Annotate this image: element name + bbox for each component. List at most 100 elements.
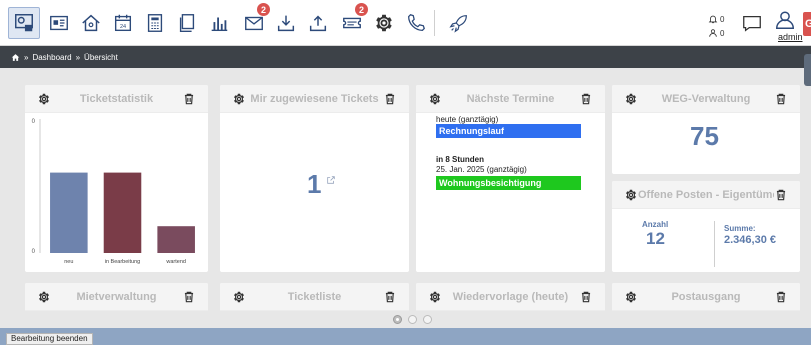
chart-bar-neu[interactable] (50, 172, 88, 253)
widget-ticketstatistik: Ticketstatistik 0 0 neu in Bearbeitung warte… (25, 85, 208, 272)
pager-dot-3[interactable] (423, 315, 432, 324)
calculator-icon (147, 14, 163, 32)
notification-count-bottom: 0 (720, 28, 725, 38)
mail-button[interactable]: 2 (240, 3, 270, 37)
chart-bar-in-bearbeitung[interactable] (103, 172, 142, 253)
widget-mietverwaltung: Mietverwaltung (25, 283, 208, 311)
contacts-button[interactable] (45, 9, 73, 37)
download-icon (277, 15, 295, 32)
phone-button[interactable] (402, 9, 430, 37)
user-button[interactable] (771, 6, 799, 34)
pager-dot-2[interactable] (408, 315, 417, 324)
widget-header: Offene Posten - Eigentümer (612, 181, 800, 209)
widget-header: Ticketstatistik (25, 85, 208, 113)
widget-header: Postausgang (612, 283, 800, 311)
end-edit-button[interactable]: Bearbeitung beenden (6, 333, 93, 345)
weg-count[interactable]: 75 (690, 121, 719, 152)
gear-icon[interactable] (428, 92, 442, 106)
widget-naechste-termine: Nächste Termine heute (ganztägig) Rechnu… (416, 85, 605, 272)
gear-icon[interactable] (37, 290, 51, 304)
notification-counter-bottom[interactable]: 0 (708, 28, 724, 38)
widget-title: WEG-Verwaltung (661, 92, 751, 105)
trash-icon[interactable] (774, 290, 788, 304)
bottom-bar: Bearbeitung beenden (0, 328, 811, 345)
gear-icon[interactable] (624, 290, 638, 304)
trash-icon[interactable] (383, 290, 397, 304)
logout-tab[interactable]: G (803, 12, 811, 36)
widget-title: Offene Posten - Eigentümer (638, 188, 774, 201)
calculator-button[interactable] (141, 9, 169, 37)
widget-header: Wiedervorlage (heute) (416, 283, 605, 311)
chart-bar-wartend[interactable] (157, 226, 195, 253)
widget-title: Wiedervorlage (heute) (452, 290, 569, 303)
gear-icon[interactable] (37, 92, 51, 106)
calendar-button[interactable]: 24 (109, 9, 137, 37)
widget-header: Nächste Termine (416, 85, 605, 113)
username-link[interactable]: admin (778, 32, 803, 42)
chat-button[interactable] (738, 9, 766, 37)
documents-button[interactable] (173, 9, 201, 37)
external-link-icon[interactable] (326, 175, 336, 185)
chart-category-label: in Bearbeitung (105, 259, 140, 265)
calendar-icon: 24 (114, 14, 132, 32)
tickets-button[interactable]: 2 (338, 3, 368, 37)
breadcrumb: » Dashboard » Übersicht (0, 46, 811, 68)
settings-button[interactable] (370, 9, 398, 37)
ticket-bar-chart: 0 0 neu in Bearbeitung wartend (32, 119, 195, 265)
trash-icon[interactable] (383, 92, 397, 106)
widget-header: WEG-Verwaltung (612, 85, 800, 113)
chart-category-label: wartend (165, 259, 186, 265)
appointment-time: 25. Jan. 2025 (ganztägig) (436, 165, 527, 174)
side-panel-handle[interactable] (804, 54, 811, 86)
upload-button[interactable] (304, 9, 332, 37)
trash-icon[interactable] (774, 92, 788, 106)
notification-counter-top[interactable]: 0 (708, 14, 724, 24)
gear-icon[interactable] (232, 290, 246, 304)
pin-button[interactable] (445, 9, 473, 37)
breadcrumb-dashboard[interactable]: Dashboard (32, 53, 71, 62)
pager-dot-1[interactable] (393, 315, 402, 324)
widget-title: Nächste Termine (466, 92, 555, 105)
gear-icon (373, 12, 395, 34)
widget-postausgang: Postausgang (612, 283, 800, 311)
statistics-button[interactable] (205, 9, 233, 37)
breadcrumb-current: Übersicht (84, 52, 118, 62)
home-icon[interactable] (11, 53, 20, 62)
breadcrumb-separator: » (24, 52, 29, 62)
widget-title: Ticketstatistik (79, 92, 154, 105)
trash-icon[interactable] (774, 188, 788, 202)
dashboard-button[interactable] (8, 7, 40, 39)
widget-ticketliste: Ticketliste (220, 283, 409, 311)
appointment-item[interactable]: Wohnungsbesichtigung (436, 176, 581, 190)
trash-icon[interactable] (579, 290, 593, 304)
chart-y-tick-label: 0 (32, 249, 36, 255)
gear-icon[interactable] (624, 92, 638, 106)
open-items-count-label: Anzahl (642, 220, 669, 229)
trash-icon[interactable] (579, 92, 593, 106)
open-items-count[interactable]: 12 (646, 229, 665, 249)
dashboard-icon (15, 14, 33, 32)
gear-icon[interactable] (232, 92, 246, 106)
tickets-badge: 2 (355, 3, 368, 16)
mail-badge: 2 (257, 3, 270, 16)
download-button[interactable] (272, 9, 300, 37)
trash-icon[interactable] (182, 290, 196, 304)
assigned-ticket-count[interactable]: 1 (307, 169, 321, 200)
open-items-sum[interactable]: 2.346,30 € (724, 234, 776, 246)
bar-chart-icon (211, 17, 228, 32)
widget-title: Postausgang (671, 290, 741, 303)
trash-icon[interactable] (182, 92, 196, 106)
breadcrumb-separator: » (75, 52, 81, 62)
gear-icon[interactable] (428, 290, 442, 304)
main-toolbar: 24 2 2 0 0 admin G (0, 0, 811, 46)
widget-title: Mietverwaltung (76, 290, 157, 303)
toolbar-separator (434, 10, 435, 36)
appointment-item[interactable]: Rechnungslauf (436, 124, 581, 138)
user-icon (776, 11, 794, 29)
user-alert-icon (709, 29, 717, 37)
widget-header: Mir zugewiesene Tickets (220, 85, 409, 113)
gear-icon[interactable] (624, 188, 638, 202)
copy-documents-icon (179, 14, 195, 32)
appointment-time: heute (ganztägig) (436, 115, 499, 124)
properties-button[interactable] (77, 9, 105, 37)
